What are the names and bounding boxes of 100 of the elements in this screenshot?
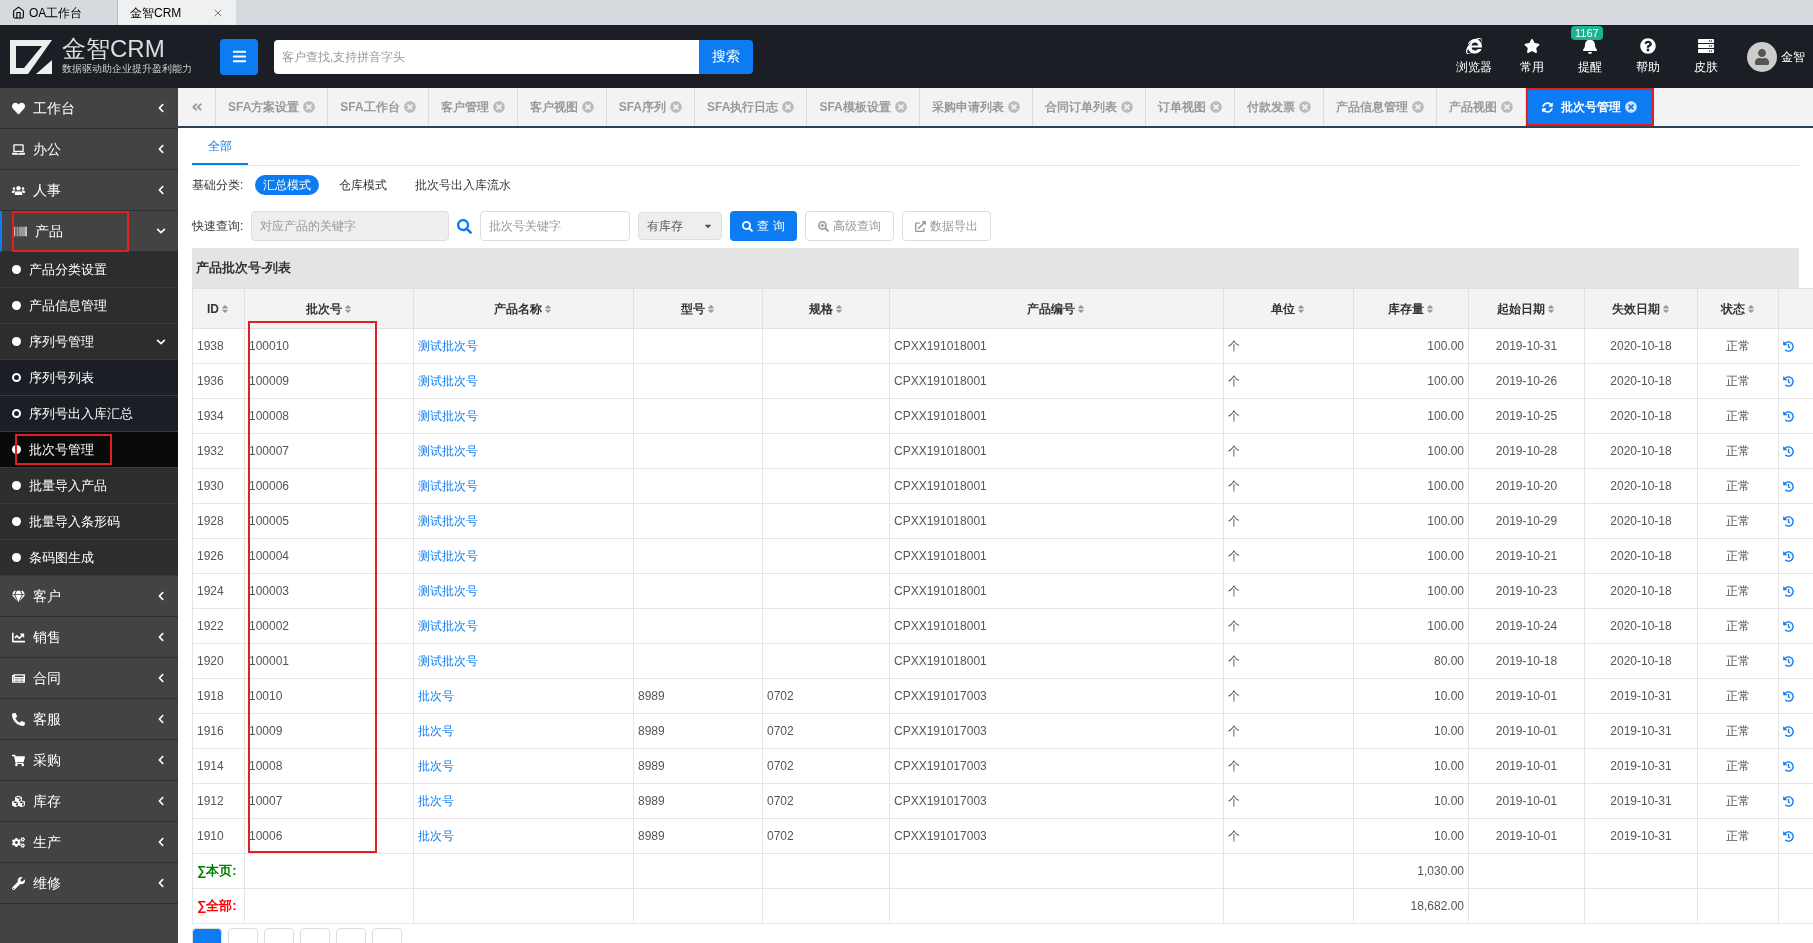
category-option[interactable]: 汇总模式 <box>255 175 320 195</box>
product-link[interactable]: 测试批次号 <box>418 409 478 423</box>
sidebar-item[interactable]: 客服 <box>0 699 178 740</box>
column-header[interactable]: 型号 <box>633 288 763 329</box>
menu-button[interactable] <box>220 38 258 75</box>
search-button[interactable]: 搜索 <box>699 39 753 74</box>
sidebar-item[interactable]: 产品分类设置 <box>0 252 178 288</box>
sidebar-item[interactable]: 采购 <box>0 740 178 781</box>
sidebar-item[interactable]: 批量导入条形码 <box>0 504 178 540</box>
product-link[interactable]: 批次号 <box>418 724 454 738</box>
history-icon[interactable] <box>1783 655 1794 667</box>
table-cell: 2019-10-26 <box>1495 374 1558 388</box>
close-icon[interactable] <box>303 101 316 113</box>
stock-select[interactable]: 有库存 <box>638 212 723 240</box>
history-icon[interactable] <box>1783 585 1794 597</box>
toolbar-button[interactable]: 常用 <box>1503 25 1561 88</box>
close-icon[interactable] <box>670 101 683 113</box>
sidebar-item[interactable]: 人事 <box>0 170 178 211</box>
search-icon[interactable] <box>457 218 473 234</box>
sidebar-item[interactable]: 批次号管理 <box>0 432 178 468</box>
product-link[interactable]: 批次号 <box>418 759 454 773</box>
query-button[interactable]: 查 询 <box>730 211 797 241</box>
toolbar-button[interactable]: 皮肤 <box>1677 25 1735 88</box>
page-tab[interactable]: 批次号管理 <box>1525 88 1654 126</box>
close-icon[interactable] <box>1209 101 1222 113</box>
column-header[interactable]: 库存量 <box>1353 288 1469 329</box>
sidebar-item[interactable]: 批量导入产品 <box>0 468 178 504</box>
product-link[interactable]: 批次号 <box>418 829 454 843</box>
search-field[interactable]: 客户查找,支持拼音字头 <box>274 39 699 74</box>
sidebar-item[interactable]: 序列号出入库汇总 <box>0 396 178 432</box>
column-header[interactable]: 失效日期 <box>1584 288 1698 329</box>
history-icon[interactable] <box>1783 445 1794 457</box>
sidebar-item[interactable]: 销售 <box>0 617 178 658</box>
close-icon[interactable] <box>1500 101 1513 113</box>
sidebar-item[interactable]: 维修 <box>0 863 178 904</box>
close-icon[interactable] <box>403 101 416 113</box>
product-link[interactable]: 批次号 <box>418 689 454 703</box>
close-icon[interactable] <box>581 101 594 113</box>
table-cell: 10.00 <box>1433 794 1464 808</box>
sort-icon <box>1296 304 1306 315</box>
history-icon[interactable] <box>1783 760 1794 772</box>
history-icon[interactable] <box>1783 725 1794 737</box>
close-icon[interactable] <box>1007 101 1020 113</box>
product-link[interactable]: 测试批次号 <box>418 584 478 598</box>
close-icon[interactable] <box>1411 101 1424 113</box>
product-link[interactable]: 测试批次号 <box>418 514 478 528</box>
column-header[interactable]: 规格 <box>762 288 890 329</box>
close-icon[interactable] <box>894 101 907 113</box>
history-icon[interactable] <box>1783 340 1794 352</box>
close-icon[interactable] <box>1120 101 1133 113</box>
product-link[interactable]: 测试批次号 <box>418 654 478 668</box>
product-link[interactable]: 测试批次号 <box>418 549 478 563</box>
category-option[interactable]: 仓库模式 <box>331 175 396 195</box>
sidebar-item[interactable]: 合同 <box>0 658 178 699</box>
product-link[interactable]: 测试批次号 <box>418 374 478 388</box>
sidebar-item[interactable]: 产品信息管理 <box>0 288 178 324</box>
close-icon[interactable] <box>1298 101 1311 113</box>
toolbar-button[interactable]: 1167 提醒 <box>1561 25 1619 88</box>
sidebar-item[interactable]: 办公 <box>0 129 178 170</box>
history-icon[interactable] <box>1783 690 1794 702</box>
category-option[interactable]: 批次号出入库流水 <box>407 175 520 195</box>
sidebar-item[interactable]: 库存 <box>0 781 178 822</box>
history-icon[interactable] <box>1783 515 1794 527</box>
product-link[interactable]: 批次号 <box>418 794 454 808</box>
sidebar-item[interactable]: 客户 <box>0 576 178 617</box>
history-icon[interactable] <box>1783 795 1794 807</box>
column-header[interactable]: 产品名称 <box>413 288 634 329</box>
history-icon[interactable] <box>1783 830 1794 842</box>
column-header[interactable]: 起始日期 <box>1468 288 1585 329</box>
batch-keyword-field[interactable]: 批次号关键字 <box>480 211 631 241</box>
avatar[interactable] <box>1747 41 1777 72</box>
history-icon[interactable] <box>1783 620 1794 632</box>
sidebar-item[interactable]: 条码图生成 <box>0 540 178 576</box>
column-header[interactable]: 批次号 <box>244 288 414 329</box>
toolbar-button[interactable]: 帮助 <box>1619 25 1677 88</box>
table-cell: 正常 <box>1726 339 1750 353</box>
product-link[interactable]: 测试批次号 <box>418 339 478 353</box>
content-tab[interactable]: 全部 <box>192 128 248 165</box>
history-icon[interactable] <box>1783 480 1794 492</box>
close-icon[interactable] <box>782 101 795 113</box>
product-link[interactable]: 测试批次号 <box>418 444 478 458</box>
history-icon[interactable] <box>1783 375 1794 387</box>
toolbar-button[interactable]: 浏览器 <box>1445 25 1503 88</box>
column-header[interactable]: 产品编号 <box>889 288 1224 329</box>
close-icon[interactable] <box>492 101 505 113</box>
sidebar-item[interactable]: 生产 <box>0 822 178 863</box>
browser-tab[interactable]: 金智CRM <box>118 0 236 25</box>
page-button[interactable] <box>192 928 222 943</box>
column-header[interactable]: 单位 <box>1223 288 1354 329</box>
sidebar-item[interactable]: 序列号列表 <box>0 360 178 396</box>
product-link[interactable]: 测试批次号 <box>418 619 478 633</box>
history-icon[interactable] <box>1783 410 1794 422</box>
sidebar-item[interactable]: 序列号管理 <box>0 324 178 360</box>
close-icon[interactable] <box>1624 101 1637 113</box>
product-keyword-field[interactable]: 对应产品的关键字 <box>251 211 450 241</box>
column-header[interactable]: ID <box>192 288 245 329</box>
column-header[interactable]: 状态 <box>1697 288 1779 329</box>
table-cell: 2020-10-18 <box>1610 514 1672 528</box>
product-link[interactable]: 测试批次号 <box>418 479 478 493</box>
history-icon[interactable] <box>1783 550 1794 562</box>
